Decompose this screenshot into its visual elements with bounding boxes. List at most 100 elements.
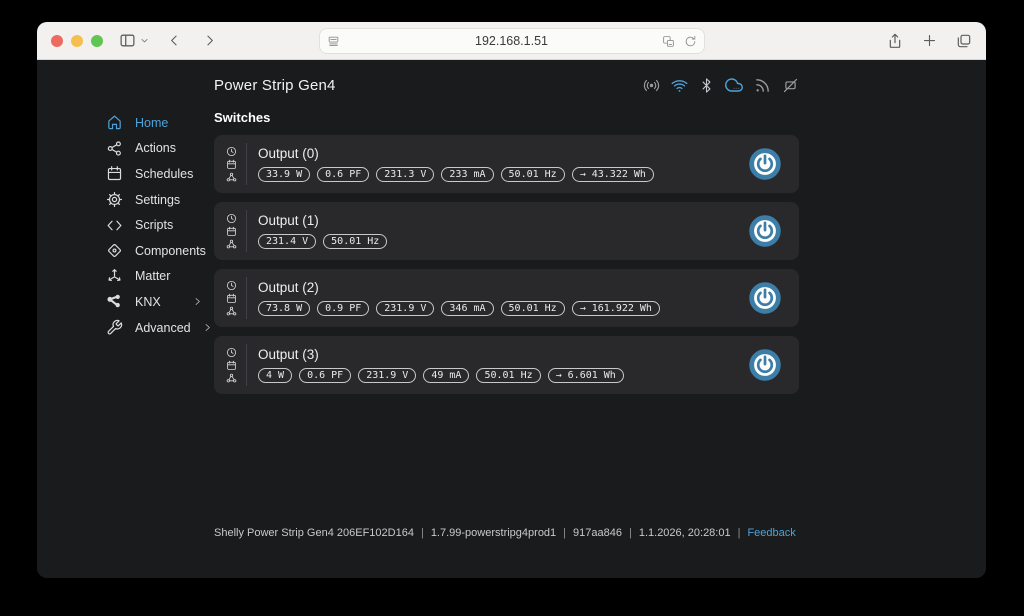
forward-icon[interactable] [202, 33, 217, 48]
stat-badge: 346 mA [441, 301, 493, 316]
actions-mini-icon [226, 306, 237, 317]
sidebar-item-schedules[interactable]: Schedules [106, 161, 202, 187]
browser-window: 192.168.1.51 Power St [37, 22, 986, 578]
home-icon [106, 114, 123, 131]
sidebar-item-advanced[interactable]: Advanced [106, 315, 202, 341]
switch-card: Output (1) 231.4 V50.01 Hz [214, 202, 799, 260]
stat-badge: 73.8 W [258, 301, 310, 316]
power-toggle-button[interactable] [748, 147, 782, 181]
stat-badge: → 43.322 Wh [572, 167, 654, 182]
power-icon [748, 281, 782, 315]
stat-badge: 0.6 PF [299, 368, 351, 383]
bluetooth-icon [699, 78, 714, 93]
matter-icon [106, 268, 123, 285]
power-toggle-button[interactable] [748, 348, 782, 382]
sidebar-item-label: Components [135, 244, 206, 258]
address-bar[interactable]: 192.168.1.51 [319, 28, 705, 54]
sidebar-item-actions[interactable]: Actions [106, 136, 202, 162]
separator: | [421, 527, 424, 539]
stat-badges: 73.8 W0.9 PF231.9 V346 mA50.01 Hz→ 161.9… [258, 301, 660, 316]
stat-badge: 231.9 V [358, 368, 416, 383]
timer-icon [226, 146, 237, 157]
main-panel: Switches Output (0) 33.9 W0.6 PF231.3 V2… [214, 110, 799, 403]
stat-badges: 231.4 V50.01 Hz [258, 234, 387, 249]
url-text[interactable]: 192.168.1.51 [320, 34, 704, 48]
sidebar-item-label: KNX [135, 295, 161, 309]
knx-icon [106, 293, 123, 310]
stat-badge: 4 W [258, 368, 292, 383]
switch-title: Output (0) [258, 146, 654, 161]
sidebar-item-settings[interactable]: Settings [106, 187, 202, 213]
components-icon [106, 242, 123, 259]
zoom-window-button[interactable] [91, 35, 103, 47]
chevron-down-icon[interactable] [140, 36, 149, 45]
sidebar-item-label: Schedules [135, 167, 193, 181]
sidebar-item-label: Advanced [135, 321, 191, 335]
sidebar-item-label: Actions [135, 141, 176, 155]
separator: | [738, 527, 741, 539]
schedule-icon [226, 293, 237, 304]
cloud-icon [725, 76, 743, 94]
switch-card: Output (2) 73.8 W0.9 PF231.9 V346 mA50.0… [214, 269, 799, 327]
actions-mini-icon [226, 239, 237, 250]
divider [246, 143, 247, 185]
sidebar-item-label: Settings [135, 193, 180, 207]
stat-badge: 50.01 Hz [501, 167, 565, 182]
schedule-icon [226, 360, 237, 371]
stat-badge: → 161.922 Wh [572, 301, 660, 316]
chevron-right-icon [203, 319, 212, 337]
mqtt-icon [754, 77, 771, 94]
scripts-icon [106, 217, 123, 234]
sidebar-item-label: Home [135, 116, 168, 130]
power-toggle-button[interactable] [748, 281, 782, 315]
power-icon [748, 147, 782, 181]
traffic-lights [51, 35, 103, 47]
stat-badge: 231.3 V [376, 167, 434, 182]
app-content: Power Strip Gen4 [37, 60, 986, 577]
divider [246, 277, 247, 319]
sidebar-item-knx[interactable]: KNX [106, 289, 202, 315]
stat-badge: 231.4 V [258, 234, 316, 249]
tabs-overview-icon[interactable] [956, 33, 972, 49]
app-header: Power Strip Gen4 [37, 60, 986, 94]
separator: | [563, 527, 566, 539]
advanced-icon [106, 319, 123, 336]
sidebar-item-scripts[interactable]: Scripts [106, 212, 202, 238]
switch-title: Output (3) [258, 347, 624, 362]
actions-icon [106, 140, 123, 157]
schedules-icon [106, 165, 123, 182]
card-feature-icons [224, 213, 239, 250]
switch-card: Output (3) 4 W 0.6 PF 231.9 V 49 mA 50.01 Hz… [214, 336, 799, 394]
switch-title: Output (2) [258, 280, 660, 295]
power-icon [748, 214, 782, 248]
power-icon [748, 348, 782, 382]
device-id: Shelly Power Strip Gen4 206EF102D164 [214, 527, 414, 539]
wifi-icon [671, 77, 688, 94]
actions-mini-icon [226, 373, 237, 384]
minimize-window-button[interactable] [71, 35, 83, 47]
timer-icon [226, 280, 237, 291]
sidebar-item-home[interactable]: Home [106, 110, 202, 136]
card-feature-icons [224, 347, 239, 384]
stat-badge: → 6.601 Wh [548, 368, 624, 383]
footer: Shelly Power Strip Gen4 206EF102D164 | 1… [214, 527, 796, 539]
stat-badge: 0.6 PF [317, 167, 369, 182]
card-feature-icons [224, 146, 239, 183]
stat-badge: 0.9 PF [317, 301, 369, 316]
stat-badge: 49 mA [423, 368, 469, 383]
sidebar-item-components[interactable]: Components [106, 238, 202, 264]
share-icon[interactable] [887, 33, 903, 49]
close-window-button[interactable] [51, 35, 63, 47]
divider [246, 344, 247, 386]
sidebar-toggle-icon[interactable] [119, 32, 136, 49]
back-icon[interactable] [167, 33, 182, 48]
stat-badge: 50.01 Hz [501, 301, 565, 316]
new-tab-icon[interactable] [922, 33, 937, 49]
build-hash: 917aa846 [573, 527, 622, 539]
power-toggle-button[interactable] [748, 214, 782, 248]
page-title: Power Strip Gen4 [214, 77, 336, 94]
card-feature-icons [224, 280, 239, 317]
feedback-link[interactable]: Feedback [747, 527, 795, 539]
stat-badge: 50.01 Hz [476, 368, 540, 383]
sidebar-item-matter[interactable]: Matter [106, 264, 202, 290]
